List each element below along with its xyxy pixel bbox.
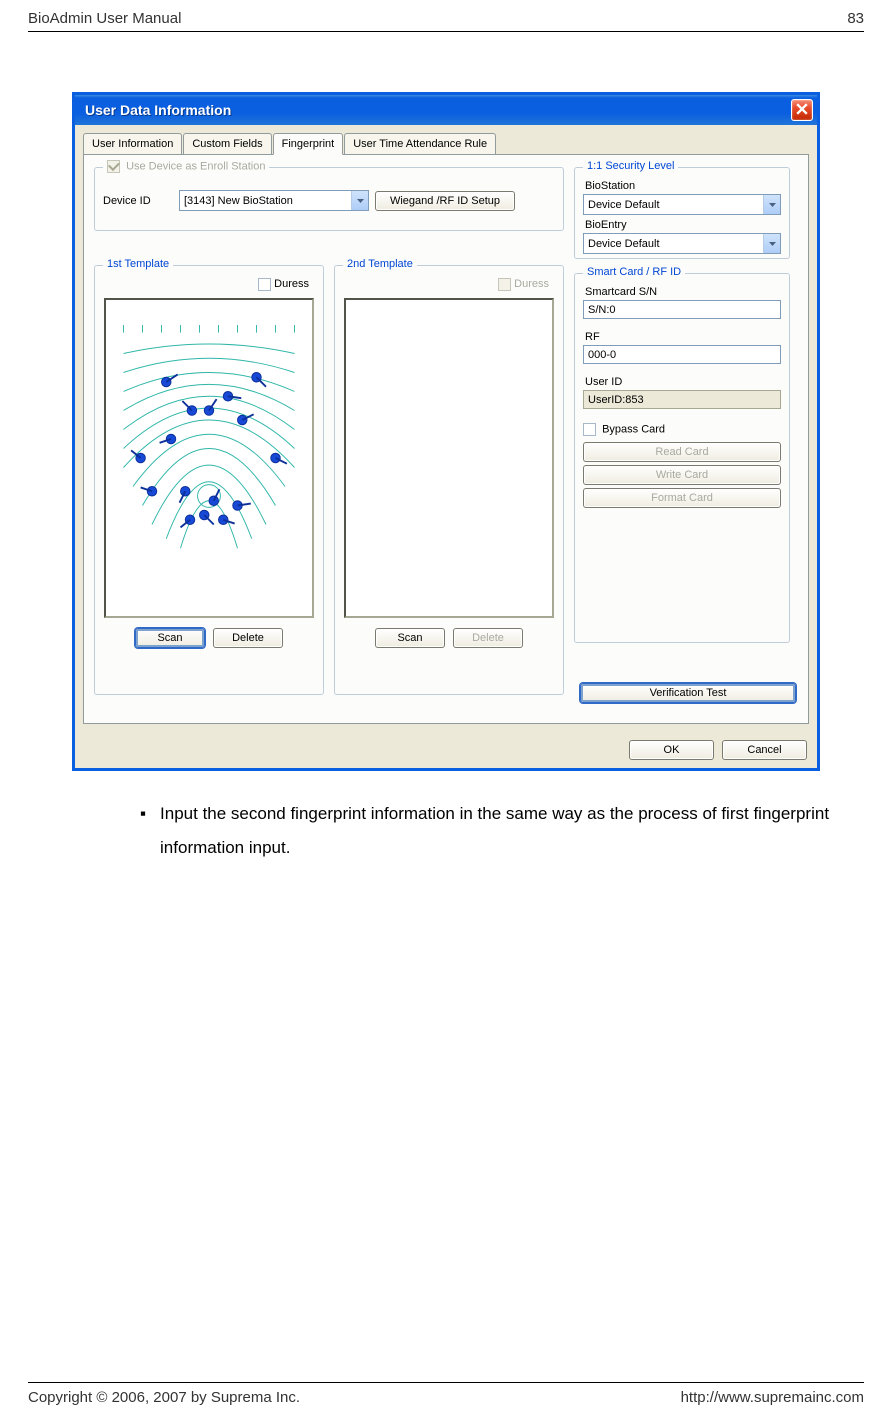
user-data-dialog: User Data Information User Information C…	[72, 92, 820, 771]
verification-test-button[interactable]: Verification Test	[580, 683, 796, 703]
bypass-checkbox[interactable]	[583, 423, 596, 436]
userid-label: User ID	[585, 376, 781, 388]
tab-panel: Use Device as Enroll Station Device ID […	[83, 154, 809, 724]
sn-input[interactable]: S/N:0	[583, 300, 781, 319]
scan2-button[interactable]: Scan	[375, 628, 445, 648]
duress1-label: Duress	[274, 278, 309, 290]
titlebar: User Data Information	[75, 95, 817, 125]
enroll-legend: Use Device as Enroll Station	[103, 160, 269, 173]
enroll-station-group: Use Device as Enroll Station Device ID […	[94, 167, 564, 231]
security-legend: 1:1 Security Level	[583, 160, 678, 172]
scan1-button[interactable]: Scan	[135, 628, 205, 648]
fingerprint-icon	[114, 308, 304, 608]
page-footer: Copyright © 2006, 2007 by Suprema Inc. h…	[0, 1382, 892, 1406]
duress1-checkbox[interactable]	[258, 278, 271, 291]
sn-label: Smartcard S/N	[585, 286, 781, 298]
biostation-select[interactable]: Device Default	[583, 194, 781, 215]
second-template-legend: 2nd Template	[343, 258, 417, 270]
dialog-footer: OK Cancel	[75, 732, 817, 768]
ok-button[interactable]: OK	[629, 740, 714, 760]
instruction-text: Input the second fingerprint information…	[160, 797, 842, 865]
tab-strip: User Information Custom Fields Fingerpri…	[83, 133, 809, 154]
second-template-group: 2nd Template Duress Scan Delete	[334, 265, 564, 695]
wiegand-rf-id-setup-button[interactable]: Wiegand /RF ID Setup	[375, 191, 515, 211]
tab-custom-fields[interactable]: Custom Fields	[183, 133, 271, 154]
header-divider	[28, 31, 864, 32]
delete2-button: Delete	[453, 628, 523, 648]
first-template-legend: 1st Template	[103, 258, 173, 270]
rf-input[interactable]: 000-0	[583, 345, 781, 364]
format-card-button: Format Card	[583, 488, 781, 508]
sn-value: S/N:0	[588, 304, 616, 316]
page-number: 83	[847, 10, 864, 27]
footer-divider	[28, 1382, 864, 1383]
first-template-group: 1st Template Duress	[94, 265, 324, 695]
chevron-down-icon	[351, 191, 368, 210]
enroll-checkbox	[107, 160, 120, 173]
rf-value: 000-0	[588, 349, 616, 361]
smart-card-group: Smart Card / RF ID Smartcard S/N S/N:0 R…	[574, 273, 790, 643]
duress2-checkbox	[498, 278, 511, 291]
biostation-label: BioStation	[585, 180, 781, 192]
tab-fingerprint[interactable]: Fingerprint	[273, 133, 344, 155]
card-legend: Smart Card / RF ID	[583, 266, 685, 278]
instruction-paragraph: ▪ Input the second fingerprint informati…	[140, 797, 842, 865]
fingerprint1-preview	[104, 298, 314, 618]
bioentry-value: Device Default	[588, 238, 660, 250]
chevron-down-icon	[763, 234, 780, 253]
bioentry-select[interactable]: Device Default	[583, 233, 781, 254]
footer-url: http://www.supremainc.com	[681, 1389, 864, 1406]
cancel-button[interactable]: Cancel	[722, 740, 807, 760]
close-icon	[796, 103, 808, 118]
read-card-button: Read Card	[583, 442, 781, 462]
biostation-value: Device Default	[588, 199, 660, 211]
userid-value: UserID:853	[588, 394, 644, 406]
chevron-down-icon	[763, 195, 780, 214]
write-card-button: Write Card	[583, 465, 781, 485]
device-id-value: [3143] New BioStation	[184, 195, 293, 207]
fingerprint2-preview	[344, 298, 554, 618]
userid-input: UserID:853	[583, 390, 781, 409]
bypass-label: Bypass Card	[602, 423, 665, 435]
device-id-select[interactable]: [3143] New BioStation	[179, 190, 369, 211]
delete1-button[interactable]: Delete	[213, 628, 283, 648]
security-level-group: 1:1 Security Level BioStation Device Def…	[574, 167, 790, 259]
enroll-legend-label: Use Device as Enroll Station	[126, 160, 265, 172]
device-id-label: Device ID	[103, 195, 173, 207]
bioentry-label: BioEntry	[585, 219, 781, 231]
rf-label: RF	[585, 331, 781, 343]
dialog-title: User Data Information	[85, 102, 231, 118]
doc-title: BioAdmin User Manual	[28, 10, 181, 27]
copyright-text: Copyright © 2006, 2007 by Suprema Inc.	[28, 1389, 300, 1406]
tab-user-time-attendance-rule[interactable]: User Time Attendance Rule	[344, 133, 496, 154]
close-button[interactable]	[791, 99, 813, 121]
bullet-icon: ▪	[140, 797, 146, 865]
tab-user-information[interactable]: User Information	[83, 133, 182, 154]
duress2-label: Duress	[514, 278, 549, 290]
